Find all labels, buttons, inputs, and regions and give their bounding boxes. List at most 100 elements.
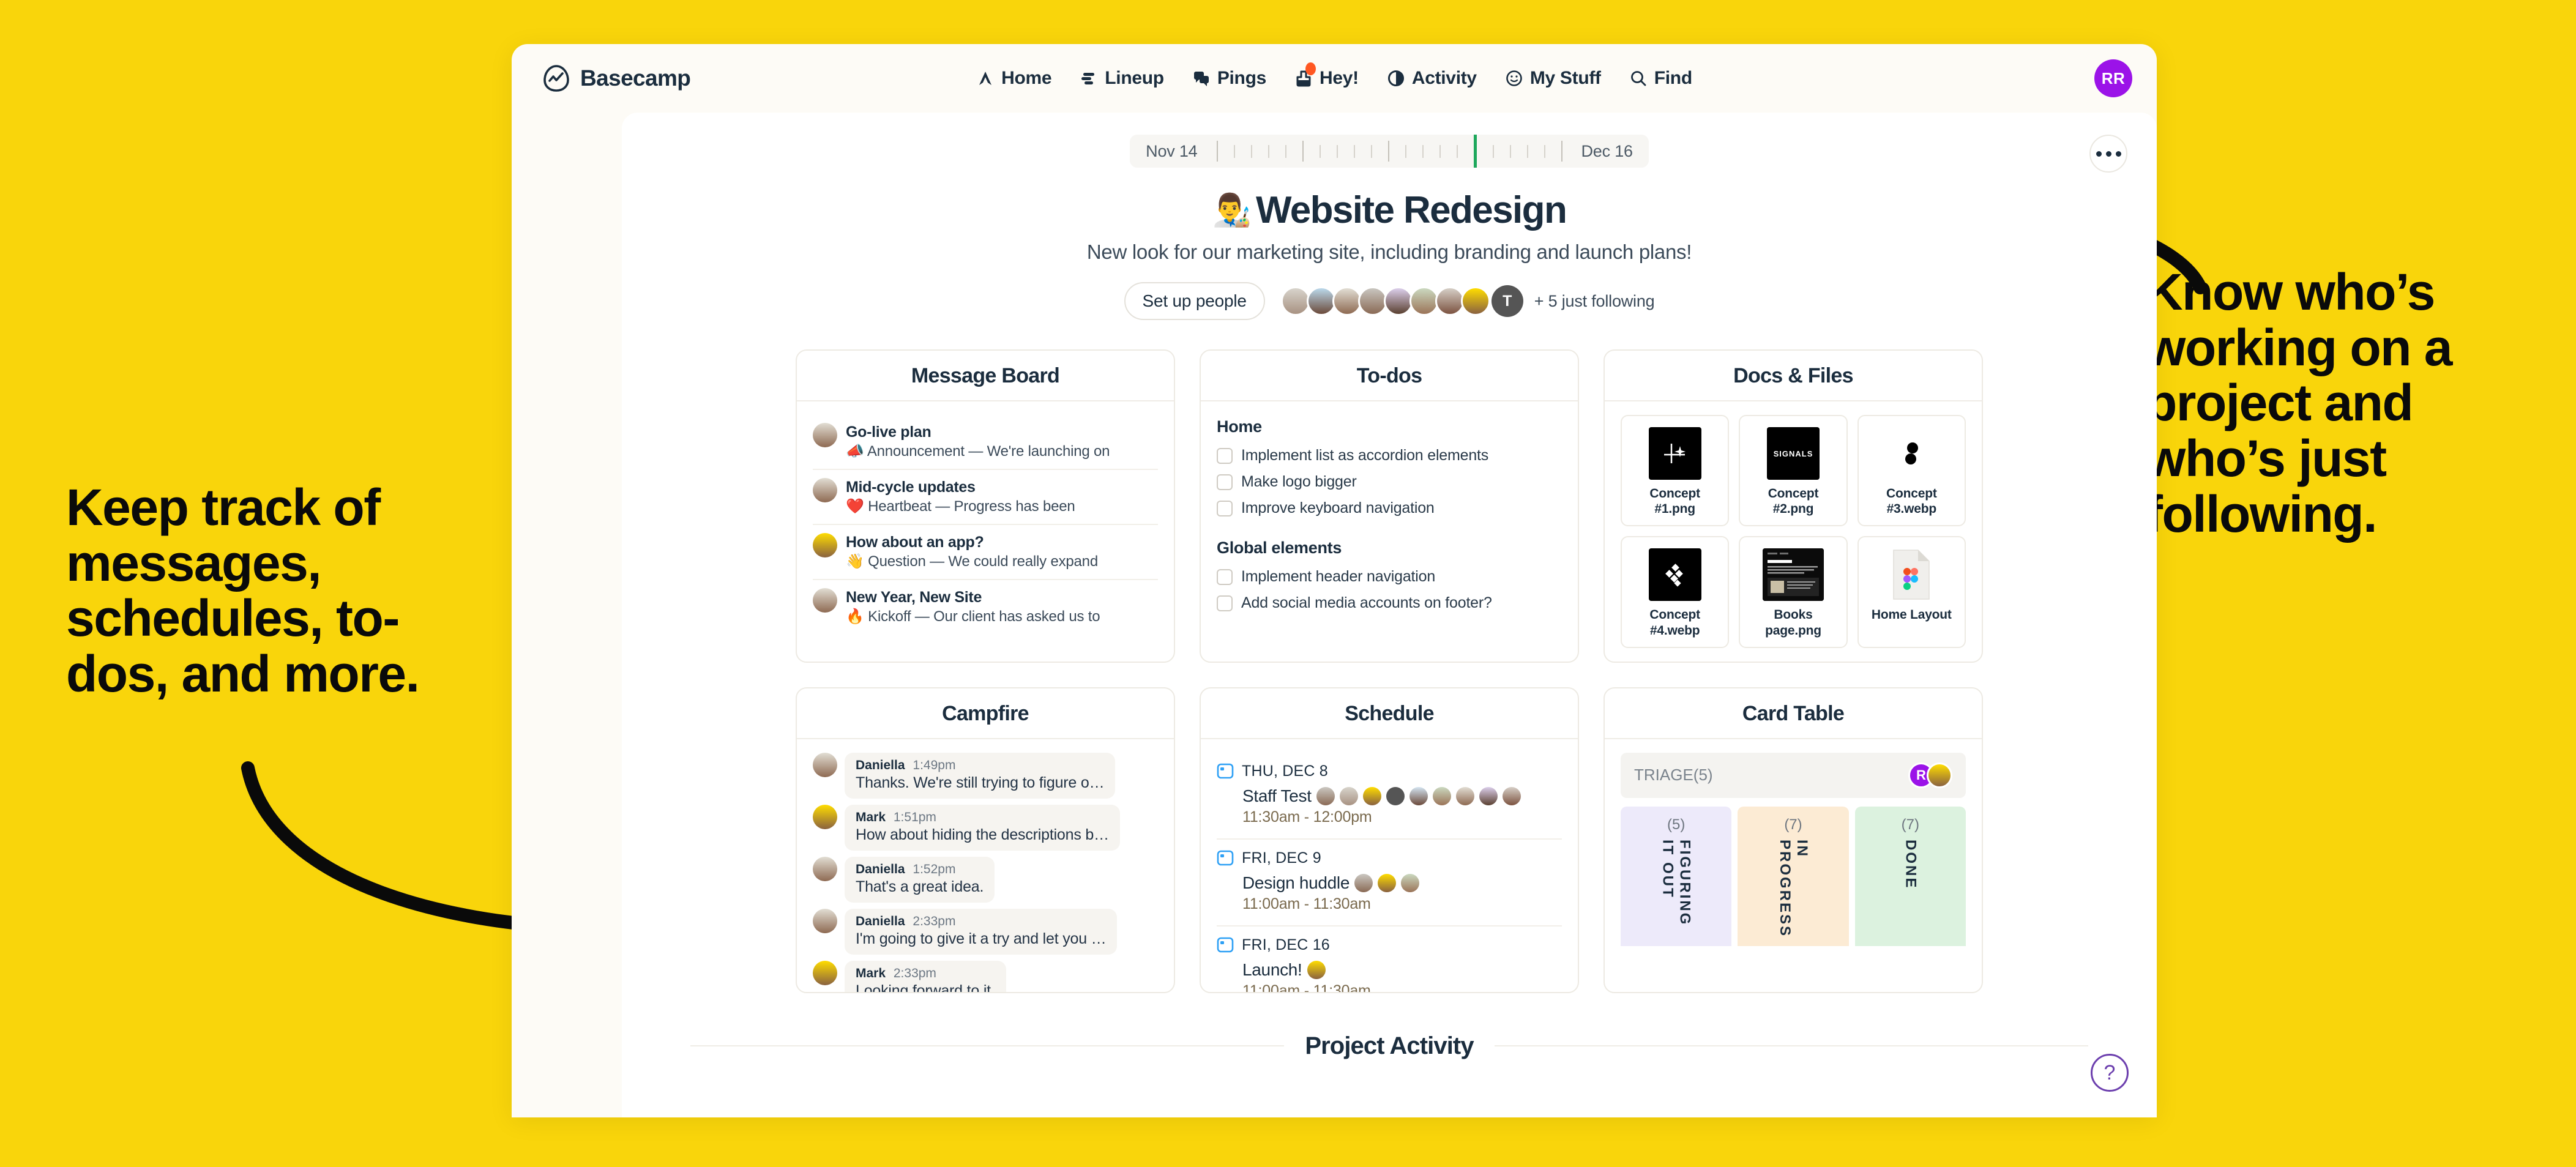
file-tile[interactable]: Concept #1.png [1621,415,1730,527]
avatar [813,423,837,447]
schedule-event-row: Staff Test [1242,786,1562,806]
todo-checkbox[interactable] [1217,569,1233,585]
todo-checkbox[interactable] [1217,474,1233,490]
todo-label: Implement header navigation [1241,568,1436,585]
chat-author: Mark [856,810,886,824]
avatar[interactable] [1460,286,1490,316]
list-item[interactable]: New Year, New Site 🔥 Kickoff — Our clien… [813,580,1158,634]
chat-meta: Daniella 1:52pm [856,862,984,877]
kanban-column-figuring-it-out[interactable]: (5) FIGURING IT OUT [1621,806,1732,946]
todo-group-title: Home [1217,417,1262,436]
todo-item[interactable]: Implement header navigation [1217,564,1562,590]
nav-item-hey[interactable]: Hey! [1294,62,1359,89]
home-icon [979,72,992,85]
chat-message[interactable]: Mark 1:51pm How about hiding the descrip… [813,804,1158,851]
project-panel: Nov 14 [622,113,2157,1117]
avatar[interactable] [1383,286,1413,316]
file-tile[interactable]: SIGNALS Concept #2.png [1739,415,1848,527]
avatar[interactable] [1435,286,1465,316]
tick [1319,144,1321,158]
avatar-initial[interactable]: T [1491,285,1523,317]
todo-label: Implement list as accordion elements [1241,447,1489,464]
avatar[interactable] [1357,286,1387,316]
docs-grid: Concept #1.png SIGNALS Concept #2.png Co… [1621,415,1966,648]
schedule-entry[interactable]: FRI, DEC 16 Launch! 11:00am - 11:30am [1217,927,1562,992]
file-name: Concept #4.webp [1649,608,1700,638]
nav-item-activity[interactable]: Activity [1387,68,1477,89]
chat-message[interactable]: Mark 2:33pm Looking forward to it. [813,960,1158,992]
schedule-date-row: FRI, DEC 16 [1217,936,1562,954]
top-navigation-bar: Basecamp Home Lineup Pings Hey! Activity… [512,44,2157,113]
project-date-range[interactable]: Nov 14 Dec 16 [1130,135,1649,168]
tick-major [1216,141,1218,162]
avatar [1378,873,1397,892]
project-more-options-button[interactable] [2089,135,2127,173]
user-avatar[interactable]: RR [2094,59,2132,97]
avatar [1354,873,1373,892]
todo-group-title: Global elements [1217,539,1342,557]
file-tile[interactable]: Books page.png [1739,536,1848,648]
chat-time: 1:51pm [893,810,936,824]
avatar [1316,786,1335,805]
kanban-column-done[interactable]: (7) DONE [1854,806,1966,946]
avatar [813,752,837,777]
date-ticks [1209,135,1570,168]
todo-checkbox[interactable] [1217,500,1233,516]
card-campfire[interactable]: Campfire Daniella 1:49pm Thanks. We're s… [796,687,1175,993]
schedule-entry[interactable]: THU, DEC 8 Staff Test 11:30am - 12:00pm [1217,753,1562,840]
card-docs-files-title: Docs & Files [1605,351,1982,401]
tick [1492,144,1494,158]
todo-checkbox[interactable] [1217,595,1233,611]
schedule-entry[interactable]: FRI, DEC 9 Design huddle 11:00am - 11:30… [1217,840,1562,927]
nav-item-pings[interactable]: Pings [1192,68,1266,89]
set-up-people-button[interactable]: Set up people [1124,282,1265,320]
triage-row[interactable]: TRIAGE(5) R [1621,752,1966,798]
nav-item-find[interactable]: Find [1629,68,1692,89]
todo-group: Home Implement list as accordion element… [1217,417,1562,521]
card-schedule[interactable]: Schedule THU, DEC 8 Staff Test 11:30am -… [1200,687,1579,993]
avatar[interactable] [1409,286,1439,316]
schedule-date-row: FRI, DEC 9 [1217,849,1562,867]
kanban-column-in-progress[interactable]: (7) IN PROGRESS [1738,806,1849,946]
card-schedule-body: THU, DEC 8 Staff Test 11:30am - 12:00pm … [1201,739,1578,992]
tick [1233,144,1235,158]
schedule-time: 11:30am - 12:00pm [1242,808,1372,826]
todo-item[interactable]: Make logo bigger [1217,469,1562,495]
avatar[interactable] [1306,286,1336,316]
column-count: (7) [1901,816,1919,833]
file-name: Books page.png [1765,608,1821,638]
card-docs-files[interactable]: Docs & Files Concept #1.png SIGNALS Conc… [1603,349,1983,663]
list-item[interactable]: Mid-cycle updates ❤️ Heartbeat — Progres… [813,470,1158,525]
todo-item[interactable]: Implement list as accordion elements [1217,442,1562,469]
tick-major [1302,141,1304,162]
list-item[interactable]: Go-live plan 📣 Announcement — We're laun… [813,415,1158,470]
chat-message[interactable]: Daniella 1:49pm Thanks. We're still tryi… [813,752,1158,799]
chat-message[interactable]: Daniella 2:33pm I'm going to give it a t… [813,908,1158,955]
avatar [813,533,837,557]
file-tile[interactable]: Concept #3.webp [1857,415,1966,527]
nav-item-find-label: Find [1654,68,1692,88]
chat-meta: Mark 2:33pm [856,966,995,981]
file-tile[interactable]: Concept #4.webp [1621,536,1730,648]
card-message-board[interactable]: Message Board Go-live plan 📣 Announcemen… [796,349,1175,663]
list-item[interactable]: How about an app? 👋 Question — We could … [813,525,1158,580]
avatar[interactable] [1332,286,1362,316]
nav-item-activity-label: Activity [1411,68,1477,88]
card-card-table[interactable]: Card Table TRIAGE(5) R (5) FIGURING IT O… [1603,687,1983,993]
avatar[interactable] [1280,286,1310,316]
card-todos-title: To-dos [1201,351,1578,401]
card-todos[interactable]: To-dos Home Implement list as accordion … [1200,349,1579,663]
basecamp-logo[interactable]: Basecamp [542,64,691,92]
file-tile[interactable]: Home Layout [1857,536,1966,648]
chat-message[interactable]: Daniella 1:52pm That's a great idea. [813,856,1158,903]
project-subtitle: New look for our marketing site, includi… [1086,240,1692,263]
nav-item-my-stuff[interactable]: My Stuff [1505,68,1601,89]
help-button[interactable]: ? [2091,1054,2129,1092]
todo-item[interactable]: Add social media accounts on footer? [1217,590,1562,616]
todo-item[interactable]: Improve keyboard navigation [1217,495,1562,521]
todo-checkbox[interactable] [1217,447,1233,464]
nav-item-home[interactable]: Home [976,68,1052,89]
triage-avatars: R [1908,762,1952,788]
avatar [813,960,837,985]
nav-item-lineup[interactable]: Lineup [1080,68,1164,89]
